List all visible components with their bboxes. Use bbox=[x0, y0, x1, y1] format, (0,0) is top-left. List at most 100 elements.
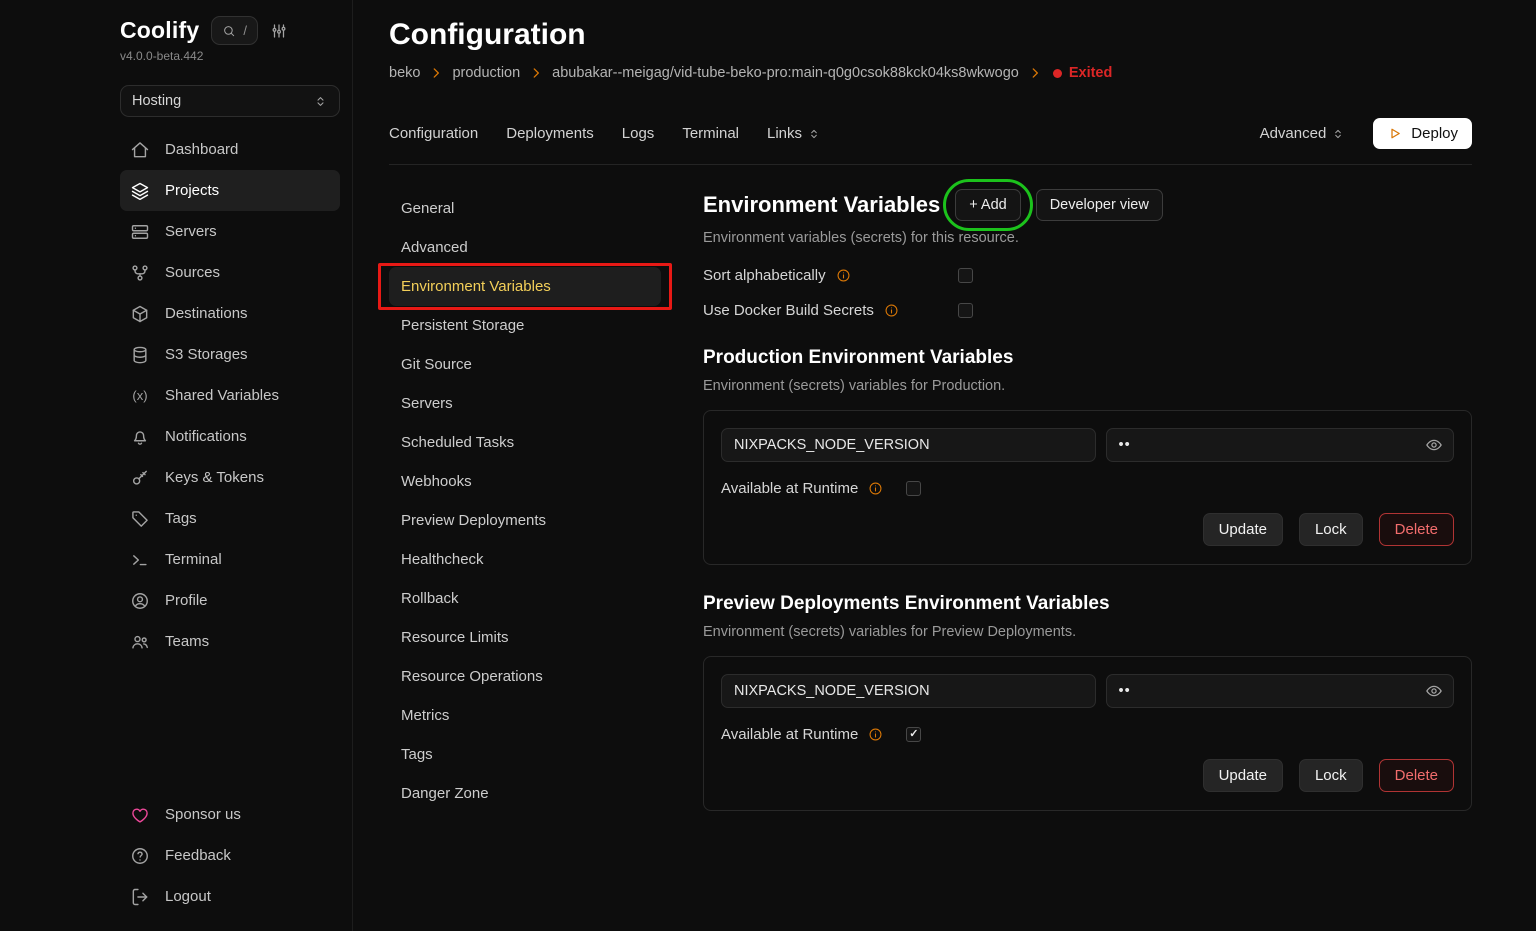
production-env-subtitle: Environment (secrets) variables for Prod… bbox=[703, 378, 1472, 394]
subnav-servers[interactable]: Servers bbox=[389, 384, 661, 423]
sidebar-item-terminal[interactable]: Terminal bbox=[120, 539, 340, 580]
sidebar-item-destinations[interactable]: Destinations bbox=[120, 293, 340, 334]
config-subnav: General Advanced Environment Variables P… bbox=[389, 189, 703, 931]
deploy-label: Deploy bbox=[1411, 125, 1458, 142]
sidebar-item-projects[interactable]: Projects bbox=[120, 170, 340, 211]
subnav-git-source[interactable]: Git Source bbox=[389, 345, 661, 384]
tab-terminal[interactable]: Terminal bbox=[682, 125, 739, 142]
sidebar-item-profile[interactable]: Profile bbox=[120, 580, 340, 621]
user-circle-icon bbox=[130, 591, 150, 611]
preview-env-var-card: Available at Runtime Update Lock Delete bbox=[703, 656, 1472, 811]
sidebar-item-notifications[interactable]: Notifications bbox=[120, 416, 340, 457]
sidebar-item-label: Sources bbox=[165, 264, 220, 281]
sidebar-nav: Dashboard Projects Servers Sources Desti… bbox=[120, 129, 340, 662]
update-button[interactable]: Update bbox=[1203, 759, 1283, 792]
git-fork-icon bbox=[130, 263, 150, 283]
search-button[interactable]: / bbox=[211, 16, 258, 45]
subnav-rollback[interactable]: Rollback bbox=[389, 579, 661, 618]
page-title: Configuration bbox=[389, 18, 1472, 52]
env-var-key-input[interactable] bbox=[721, 428, 1096, 462]
reveal-value-button[interactable] bbox=[1425, 682, 1443, 700]
reveal-value-button[interactable] bbox=[1425, 436, 1443, 454]
subnav-persistent-storage[interactable]: Persistent Storage bbox=[389, 306, 661, 345]
team-selector[interactable]: Hosting bbox=[120, 85, 340, 117]
cube-icon bbox=[130, 304, 150, 324]
add-env-var-button[interactable]: + Add bbox=[955, 189, 1021, 221]
developer-view-button[interactable]: Developer view bbox=[1036, 189, 1163, 221]
sidebar-item-feedback[interactable]: Feedback bbox=[120, 835, 340, 876]
advanced-dropdown[interactable]: Advanced bbox=[1260, 125, 1346, 142]
subnav-danger-zone[interactable]: Danger Zone bbox=[389, 774, 661, 813]
sidebar-item-teams[interactable]: Teams bbox=[120, 621, 340, 662]
chevron-updown-icon bbox=[807, 127, 821, 141]
subnav-advanced[interactable]: Advanced bbox=[389, 228, 661, 267]
env-var-value-input[interactable] bbox=[1106, 674, 1455, 708]
app-logo: Coolify bbox=[120, 17, 199, 44]
available-at-runtime-checkbox[interactable] bbox=[906, 481, 921, 496]
delete-button[interactable]: Delete bbox=[1379, 759, 1454, 792]
advanced-label: Advanced bbox=[1260, 125, 1327, 142]
update-button[interactable]: Update bbox=[1203, 513, 1283, 546]
breadcrumb-resource[interactable]: abubakar--meigag/vid-tube-beko-pro:main-… bbox=[552, 65, 1019, 81]
env-var-inputs bbox=[721, 674, 1454, 708]
sidebar-item-servers[interactable]: Servers bbox=[120, 211, 340, 252]
logout-icon bbox=[130, 887, 150, 907]
variable-icon: (x) bbox=[130, 388, 150, 403]
subnav-webhooks[interactable]: Webhooks bbox=[389, 462, 661, 501]
main-content: Configuration beko production abubakar--… bbox=[353, 0, 1536, 931]
lock-button[interactable]: Lock bbox=[1299, 513, 1363, 546]
env-var-key-input[interactable] bbox=[721, 674, 1096, 708]
lock-button[interactable]: Lock bbox=[1299, 759, 1363, 792]
sidebar-item-logout[interactable]: Logout bbox=[120, 876, 340, 917]
env-var-value-input[interactable] bbox=[1106, 428, 1455, 462]
tab-configuration[interactable]: Configuration bbox=[389, 125, 478, 142]
breadcrumb-team[interactable]: beko bbox=[389, 65, 420, 81]
sort-alphabetically-checkbox[interactable] bbox=[958, 268, 973, 283]
subnav-healthcheck[interactable]: Healthcheck bbox=[389, 540, 661, 579]
search-shortcut: / bbox=[243, 23, 247, 38]
sidebar-item-shared-variables[interactable]: (x) Shared Variables bbox=[120, 375, 340, 416]
chevron-updown-icon bbox=[1331, 127, 1345, 141]
breadcrumb-environment[interactable]: production bbox=[452, 65, 520, 81]
subnav-tags[interactable]: Tags bbox=[389, 735, 661, 774]
docker-build-secrets-row: Use Docker Build Secrets bbox=[703, 302, 1472, 319]
tab-logs[interactable]: Logs bbox=[622, 125, 655, 142]
info-icon bbox=[868, 481, 883, 496]
deploy-button[interactable]: Deploy bbox=[1373, 118, 1472, 149]
tab-deployments[interactable]: Deployments bbox=[506, 125, 594, 142]
eye-icon bbox=[1425, 436, 1443, 454]
sidebar-item-keys-tokens[interactable]: Keys & Tokens bbox=[120, 457, 340, 498]
sidebar-item-s3-storages[interactable]: S3 Storages bbox=[120, 334, 340, 375]
sidebar-item-label: Keys & Tokens bbox=[165, 469, 264, 486]
subnav-environment-variables[interactable]: Environment Variables bbox=[389, 267, 661, 306]
chevron-right-icon bbox=[529, 66, 543, 80]
sidebar-item-tags[interactable]: Tags bbox=[120, 498, 340, 539]
users-icon bbox=[130, 632, 150, 652]
sidebar-item-label: Logout bbox=[165, 888, 211, 905]
tag-icon bbox=[130, 509, 150, 529]
available-at-runtime-label: Available at Runtime bbox=[721, 480, 858, 497]
home-icon bbox=[130, 140, 150, 160]
tab-links[interactable]: Links bbox=[767, 125, 821, 142]
sidebar-item-sponsor[interactable]: Sponsor us bbox=[120, 794, 340, 835]
subnav-resource-limits[interactable]: Resource Limits bbox=[389, 618, 661, 657]
subnav-scheduled-tasks[interactable]: Scheduled Tasks bbox=[389, 423, 661, 462]
sidebar-item-label: Shared Variables bbox=[165, 387, 279, 404]
info-icon bbox=[884, 303, 899, 318]
subnav-resource-operations[interactable]: Resource Operations bbox=[389, 657, 661, 696]
settings-filters-button[interactable] bbox=[270, 22, 288, 40]
available-at-runtime-checkbox[interactable] bbox=[906, 727, 921, 742]
heart-icon bbox=[130, 805, 150, 825]
delete-button[interactable]: Delete bbox=[1379, 513, 1454, 546]
subnav-metrics[interactable]: Metrics bbox=[389, 696, 661, 735]
env-header: Environment Variables + Add Developer vi… bbox=[703, 189, 1472, 221]
subnav-label: Environment Variables bbox=[401, 278, 551, 295]
subnav-general[interactable]: General bbox=[389, 189, 661, 228]
production-env-title: Production Environment Variables bbox=[703, 347, 1472, 369]
sidebar-item-sources[interactable]: Sources bbox=[120, 252, 340, 293]
chevron-right-icon bbox=[1028, 66, 1042, 80]
docker-build-secrets-checkbox[interactable] bbox=[958, 303, 973, 318]
info-icon bbox=[836, 268, 851, 283]
subnav-preview-deployments[interactable]: Preview Deployments bbox=[389, 501, 661, 540]
sidebar-item-dashboard[interactable]: Dashboard bbox=[120, 129, 340, 170]
